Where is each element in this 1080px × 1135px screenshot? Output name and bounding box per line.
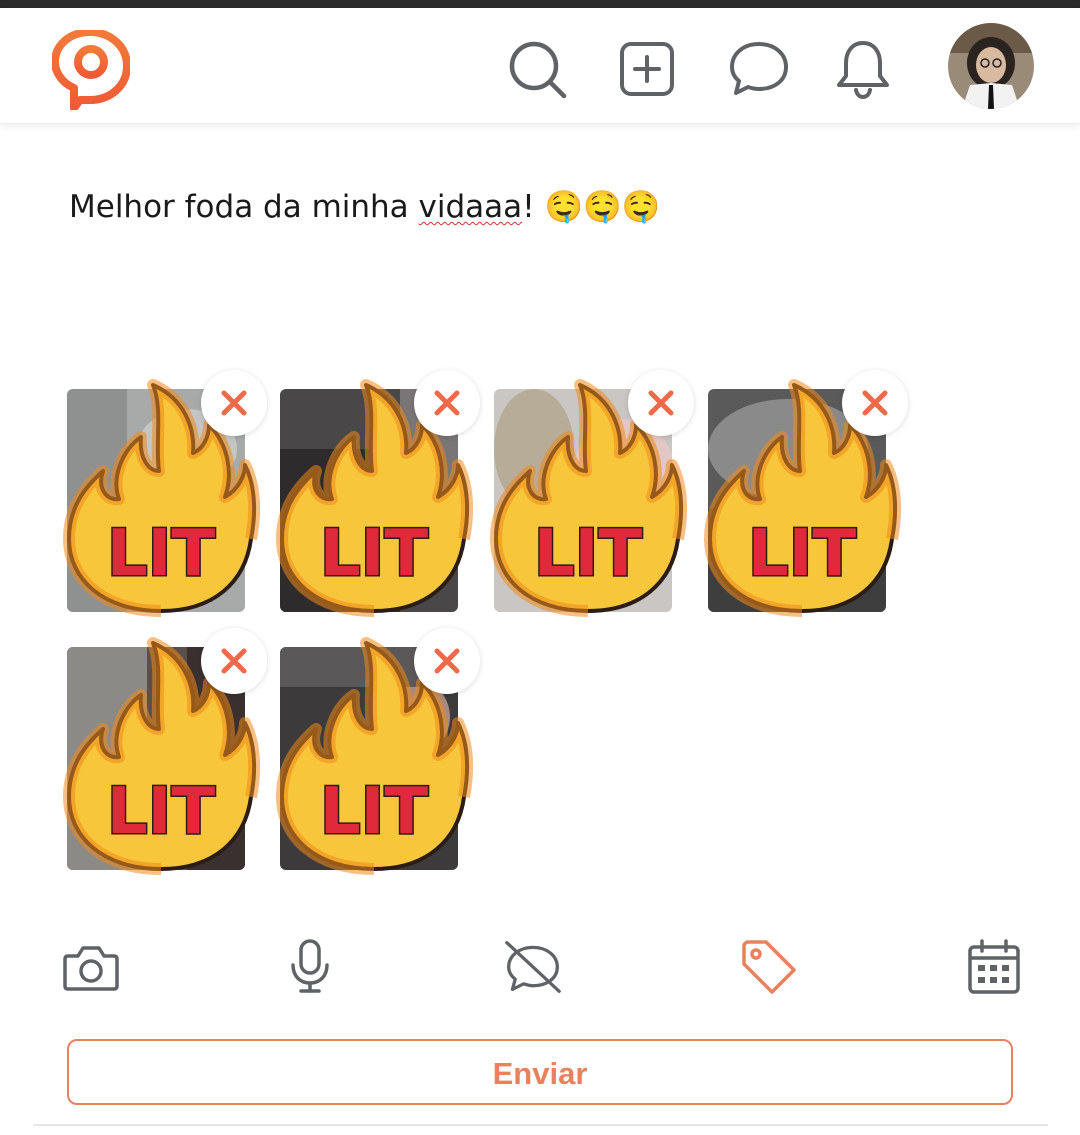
calendar-icon[interactable] [965,938,1023,996]
sticker-label: LIT [534,517,643,591]
notifications-icon[interactable] [832,38,894,100]
camera-icon[interactable] [62,938,120,996]
close-icon [221,390,247,416]
attachment-thumbnail[interactable]: LIT [63,628,267,875]
status-strip [0,0,1080,8]
close-icon [648,390,674,416]
post-text-part: Melhor foda da minha [69,189,419,225]
close-icon [434,390,460,416]
messages-icon[interactable] [728,38,790,100]
tag-icon[interactable] [740,938,798,996]
post-text-emoji: ! 🤤🤤🤤 [522,189,661,225]
hide-comments-icon[interactable] [504,938,562,996]
attachment-thumbnail[interactable]: LIT [63,370,267,617]
sticker-label: LIT [320,775,429,849]
app-logo[interactable] [52,30,130,110]
remove-attachment-button[interactable] [201,370,267,436]
remove-attachment-button[interactable] [628,370,694,436]
profile-avatar[interactable] [948,23,1034,109]
post-text[interactable]: Melhor foda da minha vidaaa! 🤤🤤🤤 [69,188,660,225]
attachment-thumbnail[interactable]: LIT [490,370,694,617]
sticker-label: LIT [748,517,857,591]
remove-attachment-button[interactable] [414,628,480,694]
send-button[interactable]: Enviar [67,1039,1013,1105]
attachment-thumbnail[interactable]: LIT [276,628,480,875]
attachment-thumbnail[interactable]: LIT [704,370,908,617]
close-icon [862,390,888,416]
microphone-icon[interactable] [281,938,339,996]
misspelled-word: vidaaa [418,189,523,225]
top-header [0,8,1080,124]
search-icon[interactable] [506,38,568,100]
add-post-icon[interactable] [616,38,678,100]
sticker-label: LIT [107,775,216,849]
remove-attachment-button[interactable] [842,370,908,436]
remove-attachment-button[interactable] [414,370,480,436]
divider [33,1124,1048,1126]
sticker-label: LIT [107,517,216,591]
close-icon [434,648,460,674]
remove-attachment-button[interactable] [201,628,267,694]
attachment-thumbnail[interactable]: LIT [276,370,480,617]
close-icon [221,648,247,674]
sticker-label: LIT [320,517,429,591]
